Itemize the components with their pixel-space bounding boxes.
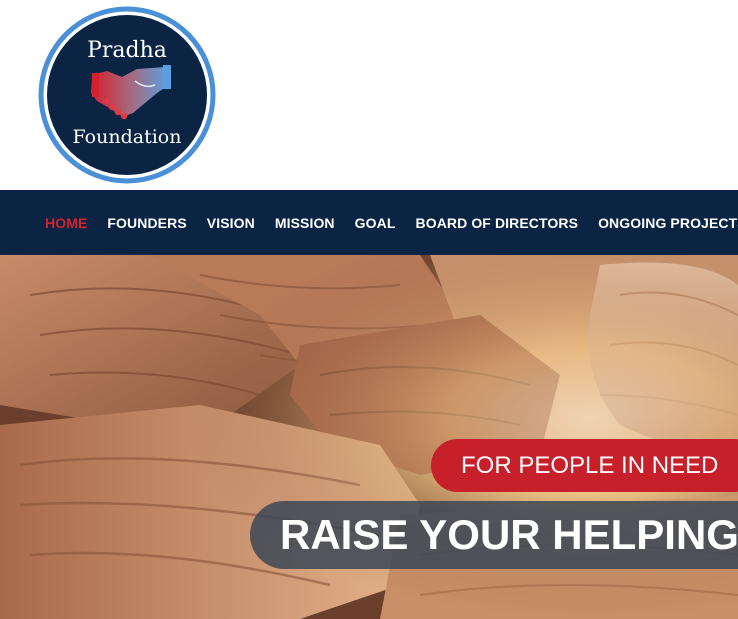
nav-item-vision[interactable]: VISION [207, 215, 255, 231]
nav-item-mission[interactable]: MISSION [275, 215, 335, 231]
hero-headline: RAISE YOUR HELPING HANDS [250, 501, 738, 569]
nav-list: HOME FOUNDERS VISION MISSION GOAL BOARD OF DI… [45, 190, 738, 255]
logo-graphic: Pradha Foundation [38, 6, 216, 184]
hero-banner: FOR PEOPLE IN NEED RAISE YOUR HELPING HA… [0, 255, 738, 619]
nav-item-goal[interactable]: GOAL [355, 215, 396, 231]
main-navigation: HOME FOUNDERS VISION MISSION GOAL BOARD OF DI… [0, 190, 738, 255]
hero-tagline: FOR PEOPLE IN NEED [431, 439, 738, 492]
nav-item-board-of-directors[interactable]: BOARD OF DIRECTORS [416, 215, 579, 231]
site-logo[interactable]: Pradha Foundation [37, 5, 217, 185]
nav-item-founders[interactable]: FOUNDERS [107, 215, 186, 231]
site-header: Pradha Foundation [0, 0, 738, 190]
logo-name-line1: Pradha [87, 38, 167, 63]
nav-item-ongoing-projects[interactable]: ONGOING PROJECTS [598, 215, 738, 231]
nav-item-home[interactable]: HOME [45, 215, 87, 231]
logo-name-line2: Foundation [73, 126, 182, 148]
